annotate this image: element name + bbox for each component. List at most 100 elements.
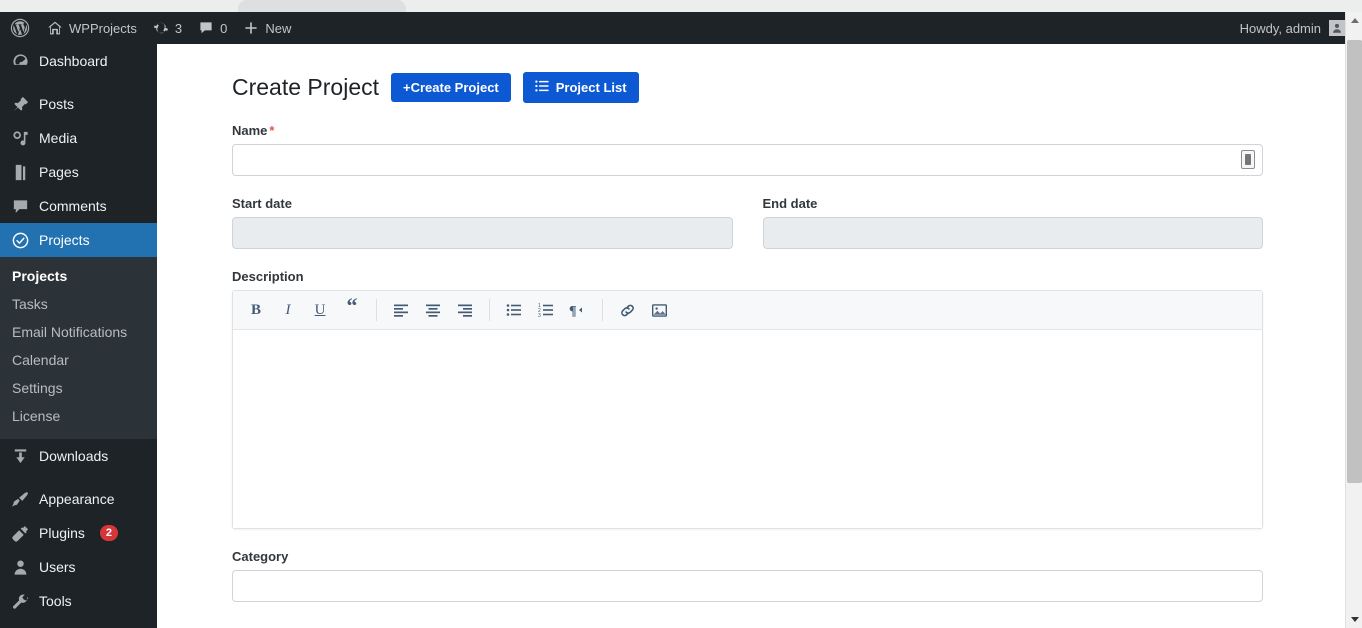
- sidebar-item-users[interactable]: Users: [0, 550, 157, 584]
- sidebar-item-appearance[interactable]: Appearance: [0, 482, 157, 516]
- toolbar-separator: [376, 299, 377, 321]
- description-textarea[interactable]: [233, 330, 1262, 528]
- user-avatar-icon[interactable]: [1329, 20, 1345, 36]
- start-date-label: Start date: [232, 196, 292, 211]
- italic-icon[interactable]: I: [273, 296, 303, 324]
- bold-icon[interactable]: B: [241, 296, 271, 324]
- sidebar-item-comments[interactable]: Comments: [0, 189, 157, 223]
- image-icon[interactable]: [644, 296, 674, 324]
- project-list-button[interactable]: Project List: [522, 72, 639, 103]
- wordpress-logo-button[interactable]: [0, 12, 39, 44]
- start-date-input[interactable]: [232, 217, 733, 249]
- plugins-update-badge: 2: [99, 525, 119, 541]
- sidebar-item-tools[interactable]: Tools: [0, 584, 157, 618]
- admin-bar-right: Howdy, admin: [1240, 20, 1345, 36]
- align-center-icon[interactable]: [418, 296, 448, 324]
- editor-toolbar: B I U “ 1 2 3 ¶: [233, 291, 1262, 330]
- link-icon[interactable]: [612, 296, 642, 324]
- submenu-item-license[interactable]: License: [0, 402, 157, 430]
- page-scrollbar[interactable]: [1345, 12, 1362, 628]
- wrench-icon: [10, 591, 30, 611]
- submenu-item-calendar[interactable]: Calendar: [0, 346, 157, 374]
- scroll-down-arrow-icon[interactable]: [1346, 611, 1362, 628]
- wp-admin-bar: WPProjects 3 0 New Howdy, admin: [0, 12, 1345, 44]
- sidebar-item-plugins[interactable]: Plugins 2: [0, 516, 157, 550]
- pin-icon: [10, 94, 30, 114]
- svg-text:3: 3: [538, 313, 541, 318]
- sidebar-item-pages[interactable]: Pages: [0, 155, 157, 189]
- new-content-label: New: [265, 20, 292, 36]
- sidebar-item-downloads[interactable]: Downloads: [0, 439, 157, 473]
- new-content-button[interactable]: New: [235, 12, 299, 44]
- align-left-icon[interactable]: [386, 296, 416, 324]
- submenu-item-settings[interactable]: Settings: [0, 374, 157, 402]
- comment-icon: [10, 196, 30, 216]
- scroll-thumb[interactable]: [1347, 40, 1362, 483]
- sidebar-item-label: Downloads: [39, 448, 109, 464]
- submenu-item-label: Settings: [12, 380, 63, 396]
- name-field-label: Name *: [232, 123, 1263, 138]
- submenu-item-label: Projects: [12, 268, 68, 284]
- pages-icon: [10, 162, 30, 182]
- align-right-icon[interactable]: [450, 296, 480, 324]
- submenu-item-projects[interactable]: Projects: [0, 262, 157, 290]
- end-date-group: End date: [762, 176, 1263, 249]
- sidebar-item-label: Comments: [39, 198, 107, 214]
- plus-icon: [243, 20, 259, 36]
- sidebar-item-label: Media: [39, 130, 78, 146]
- comments-button[interactable]: 0: [190, 12, 235, 44]
- check-circle-icon: [10, 230, 30, 250]
- description-editor: B I U “ 1 2 3 ¶: [232, 290, 1263, 529]
- sidebar-item-label: Users: [39, 559, 76, 575]
- submenu-item-label: Calendar: [12, 352, 69, 368]
- rtl-paragraph-icon[interactable]: ¶: [563, 296, 593, 324]
- bullet-list-icon[interactable]: [499, 296, 529, 324]
- sidebar-item-dashboard[interactable]: Dashboard: [0, 44, 157, 78]
- site-name-button[interactable]: WPProjects: [39, 12, 145, 44]
- project-list-button-label: Project List: [555, 80, 627, 95]
- submenu-item-email-notifications[interactable]: Email Notifications: [0, 318, 157, 346]
- sidebar-item-label: Tools: [39, 593, 72, 609]
- sidebar-item-projects[interactable]: Projects: [0, 223, 157, 257]
- sidebar-item-posts[interactable]: Posts: [0, 87, 157, 121]
- updates-icon: [153, 20, 169, 36]
- sidebar-item-label: Dashboard: [39, 53, 108, 69]
- browser-tab[interactable]: [238, 0, 406, 12]
- paintbrush-icon: [10, 489, 30, 509]
- create-project-button-label: +Create Project: [403, 80, 499, 95]
- sidebar-item-media[interactable]: Media: [0, 121, 157, 155]
- name-input[interactable]: [232, 144, 1263, 176]
- autofill-icon[interactable]: [1241, 150, 1255, 169]
- submenu-item-tasks[interactable]: Tasks: [0, 290, 157, 318]
- toolbar-separator: [489, 299, 490, 321]
- howdy-label[interactable]: Howdy, admin: [1240, 21, 1329, 36]
- updates-count: 3: [174, 20, 183, 36]
- description-label: Description: [232, 269, 304, 284]
- blockquote-icon[interactable]: “: [337, 295, 367, 324]
- wordpress-logo-icon: [10, 18, 30, 38]
- updates-button[interactable]: 3: [145, 12, 190, 44]
- site-name-label: WPProjects: [69, 20, 137, 36]
- sidebar-item-label: Projects: [39, 232, 90, 248]
- sidebar-item-label: Posts: [39, 96, 75, 112]
- admin-sidebar-menu: Dashboard Posts Media Pages Comments Pro…: [0, 44, 157, 628]
- media-icon: [10, 128, 30, 148]
- underline-icon[interactable]: U: [305, 296, 335, 324]
- create-project-form: Name * Start date End date Description B …: [157, 123, 1345, 602]
- projects-submenu: Projects Tasks Email Notifications Calen…: [0, 257, 157, 439]
- users-icon: [10, 557, 30, 577]
- submenu-item-label: License: [12, 408, 61, 424]
- toolbar-separator: [602, 299, 603, 321]
- download-icon: [10, 446, 30, 466]
- list-icon: [535, 79, 549, 96]
- menu-separator: [0, 78, 157, 87]
- end-date-label: End date: [762, 196, 818, 211]
- create-project-button[interactable]: +Create Project: [391, 73, 511, 102]
- start-date-group: Start date: [232, 176, 733, 249]
- category-input[interactable]: [232, 570, 1263, 602]
- scroll-up-arrow-icon[interactable]: [1346, 12, 1362, 29]
- name-label-text: Name: [232, 123, 268, 138]
- end-date-input[interactable]: [762, 217, 1263, 249]
- numbered-list-icon[interactable]: 1 2 3: [531, 296, 561, 324]
- dashboard-icon: [10, 51, 30, 71]
